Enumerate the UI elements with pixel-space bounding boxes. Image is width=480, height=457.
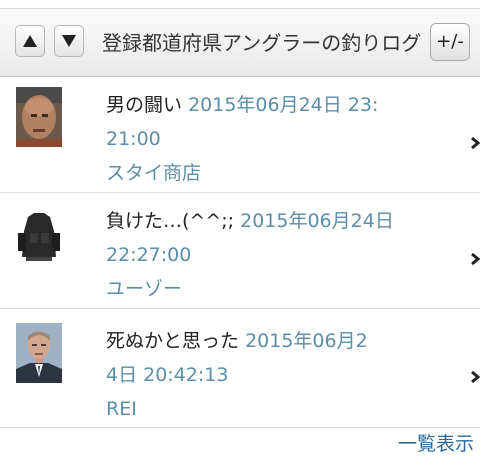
post-title: 死ぬかと思った bbox=[106, 330, 240, 352]
post-date-continued: 4日 20:42:13 bbox=[106, 364, 229, 386]
man-face-avatar bbox=[16, 87, 62, 147]
scroll-up-button[interactable] bbox=[15, 25, 45, 57]
arrow-down-icon bbox=[62, 35, 76, 47]
post-text: 男の闘い 2015年06月24日 23: 21:00 スタイ商店 bbox=[106, 88, 406, 190]
vest-avatar bbox=[16, 207, 62, 267]
top-edge bbox=[0, 0, 480, 9]
header-bar: 登録都道府県アングラーの釣りログ +/- bbox=[0, 9, 480, 77]
arrow-up-icon bbox=[23, 35, 37, 47]
post-author: REI bbox=[106, 398, 137, 420]
post-date: 2015年06月24日 23: bbox=[188, 94, 379, 116]
post-title: 男の闘い bbox=[106, 94, 183, 116]
chevron-right-icon bbox=[470, 251, 480, 267]
post-date: 2015年06月2 bbox=[245, 330, 368, 352]
post-text: 死ぬかと思った 2015年06月2 4日 20:42:13 REI bbox=[106, 324, 406, 426]
view-all-link[interactable]: 一覧表示 bbox=[398, 432, 480, 457]
post-title: 負けた…(^^;; bbox=[106, 210, 235, 232]
scroll-down-button[interactable] bbox=[54, 25, 84, 57]
list-item[interactable]: 負けた…(^^;; 2015年06月24日 22:27:00 ユーゾー bbox=[0, 193, 480, 309]
post-date-continued: 21:00 bbox=[106, 128, 161, 150]
suit-man-avatar bbox=[16, 323, 62, 383]
post-author: ユーゾー bbox=[106, 278, 183, 300]
list-item[interactable]: 男の闘い 2015年06月24日 23: 21:00 スタイ商店 bbox=[0, 77, 480, 193]
post-date: 2015年06月24日 bbox=[240, 210, 394, 232]
list-item[interactable]: 死ぬかと思った 2015年06月2 4日 20:42:13 REI bbox=[0, 309, 480, 428]
post-date-continued: 22:27:00 bbox=[106, 244, 192, 266]
expand-toggle-button[interactable]: +/- bbox=[430, 23, 470, 61]
chevron-right-icon bbox=[470, 135, 480, 151]
chevron-right-icon bbox=[470, 369, 480, 385]
post-author: スタイ商店 bbox=[106, 162, 202, 184]
header-title: 登録都道府県アングラーの釣りログ bbox=[102, 31, 422, 55]
post-text: 負けた…(^^;; 2015年06月24日 22:27:00 ユーゾー bbox=[106, 204, 406, 306]
